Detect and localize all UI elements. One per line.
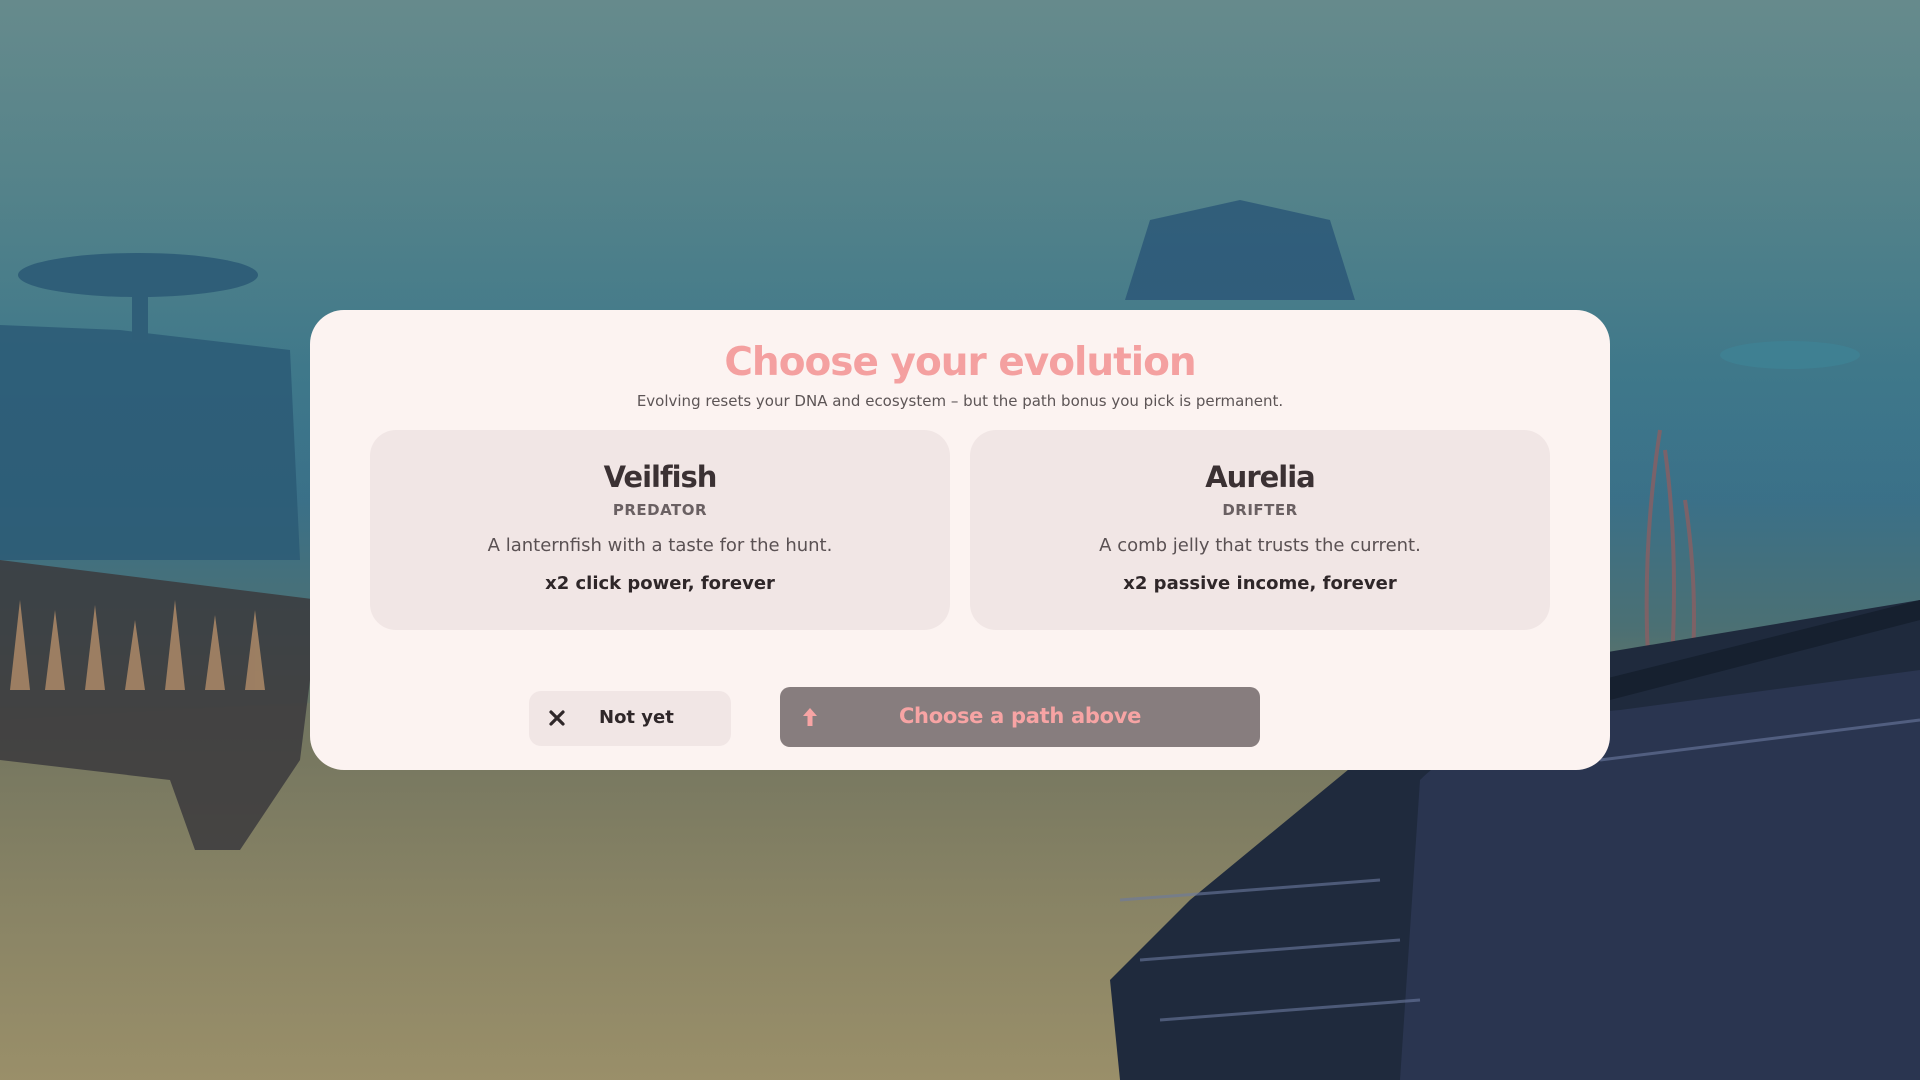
not-yet-button[interactable]: Not yet [529, 691, 731, 746]
path-bonus: x2 passive income, forever [1123, 573, 1397, 594]
path-card-veilfish[interactable]: Veilfish PREDATOR A lanternfish with a t… [370, 430, 950, 630]
evolution-dialog: Choose your evolution Evolving resets yo… [310, 310, 1610, 770]
dialog-subtitle: Evolving resets your DNA and ecosystem –… [636, 392, 1284, 410]
path-role: PREDATOR [612, 501, 708, 519]
path-role: DRIFTER [1222, 501, 1298, 519]
dialog-title: Choose your evolution [724, 340, 1196, 385]
path-description: A comb jelly that trusts the current. [1099, 535, 1421, 556]
path-name: Veilfish [603, 460, 718, 494]
close-icon [549, 710, 565, 726]
path-name: Aurelia [1205, 460, 1316, 494]
path-card-aurelia[interactable]: Aurelia DRIFTER A comb jelly that trusts… [970, 430, 1550, 630]
not-yet-label: Not yet [599, 707, 674, 728]
choose-path-button[interactable]: Choose a path above [780, 687, 1260, 747]
path-description: A lanternfish with a taste for the hunt. [487, 535, 833, 556]
path-bonus: x2 click power, forever [545, 573, 775, 594]
choose-path-label: Choose a path above [898, 704, 1142, 728]
